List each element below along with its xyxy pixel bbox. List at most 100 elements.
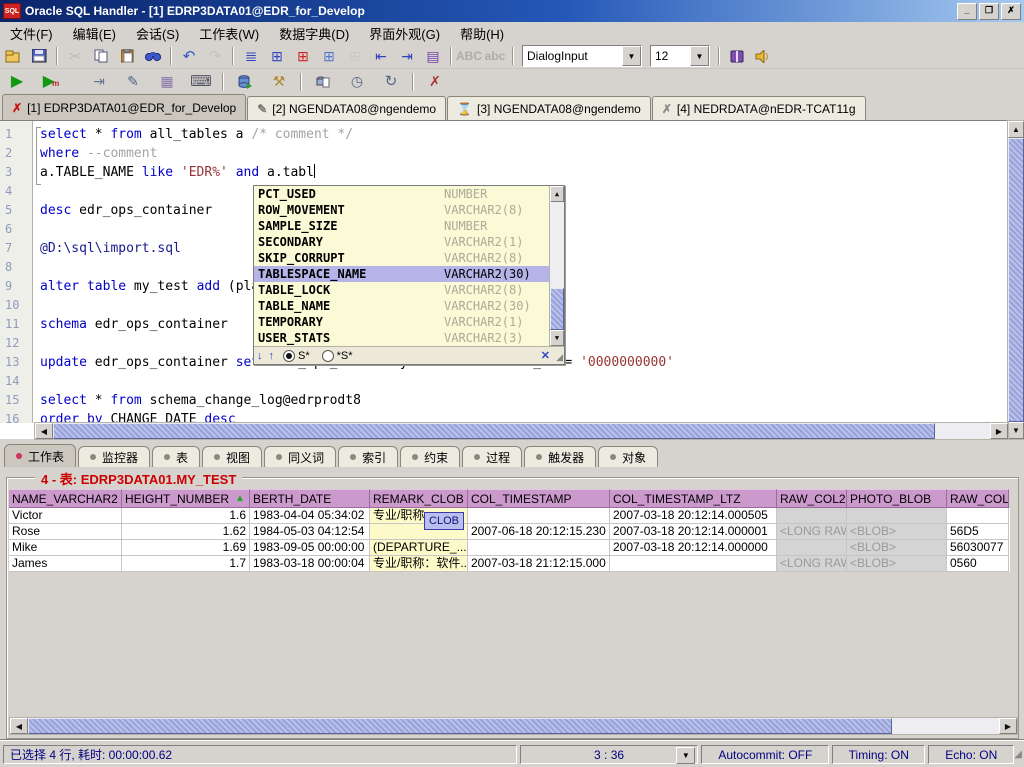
autocomplete-item[interactable]: SAMPLE_SIZENUMBER (254, 218, 550, 234)
table-cell[interactable]: <BLOB> (847, 540, 947, 556)
delete-col-button[interactable]: ⊞ (343, 46, 367, 66)
insert-col-button[interactable]: ⊞ (317, 46, 341, 66)
caret-position-combo[interactable]: 3 : 36 ▼ (520, 745, 699, 764)
menu-item[interactable]: 编辑(E) (63, 22, 126, 45)
font-combo[interactable]: DialogInput▼ (522, 45, 642, 67)
open-button[interactable] (1, 46, 25, 66)
autocomplete-scroll-thumb[interactable] (550, 288, 564, 330)
table-cell[interactable]: 56030077 (947, 540, 1009, 556)
close-gray-icon[interactable]: ✗ (662, 102, 672, 116)
close-popup-icon[interactable]: ✕ (541, 349, 550, 362)
minimize-button[interactable]: _ (957, 3, 977, 20)
menu-item[interactable]: 帮助(H) (450, 22, 514, 45)
font-size-combo[interactable]: 12▼ (650, 45, 710, 67)
table-cell[interactable]: <LONG RAW> (777, 524, 847, 540)
autocomplete-item[interactable]: TEMPORARYVARCHAR2(1) (254, 314, 550, 330)
send-to-worksheet-button[interactable]: ⇥ (87, 72, 111, 92)
table-cell[interactable]: 1.6 (122, 508, 250, 524)
table-cell[interactable]: 1983-09-05 00:00:00 (250, 540, 370, 556)
speaker-button[interactable] (751, 46, 775, 66)
table-cell[interactable]: 1984-05-03 04:12:54 (250, 524, 370, 540)
database-connect-button[interactable] (233, 72, 257, 92)
code-line[interactable]: a.TABLE_NAME like 'EDR%' and a.tabl (40, 163, 1000, 182)
edit-icon[interactable]: ✎ (257, 102, 267, 116)
table-cell[interactable]: <BLOB> (847, 556, 947, 572)
editor-vscroll-thumb[interactable] (1008, 138, 1024, 422)
column-header[interactable]: PHOTO_BLOB (847, 489, 947, 508)
autocomplete-item[interactable]: TABLE_NAMEVARCHAR2(30) (254, 298, 550, 314)
table-cell[interactable]: <LONG RAW> (777, 556, 847, 572)
indent-right-button[interactable]: ⇥ (395, 46, 419, 66)
column-header[interactable]: COL_TIMESTAMP_LTZ (610, 489, 777, 508)
table-cell[interactable]: <BLOB> (847, 524, 947, 540)
tools-button[interactable]: ⚒ (267, 72, 291, 92)
maximize-button[interactable]: ❐ (979, 3, 999, 20)
delete-row-button[interactable]: ⊞ (291, 46, 315, 66)
table-cell[interactable]: Rose (9, 524, 122, 540)
table-cell[interactable]: Victor (9, 508, 122, 524)
popup-resize-grip[interactable]: ◢ (556, 352, 563, 363)
close-red-icon[interactable]: ✗ (12, 101, 22, 115)
close-worksheet-button[interactable]: ✗ (423, 72, 447, 92)
export-grid-button[interactable]: ▦ (155, 72, 179, 92)
scroll-up-icon[interactable]: ▲ (550, 186, 564, 202)
scroll-right-icon[interactable]: ▶ (999, 718, 1017, 734)
run-script-button[interactable]: ▶m (39, 72, 63, 92)
session-tab[interactable]: ✎[2] NGENDATA08@ngendemo (247, 96, 446, 120)
autocommit-status[interactable]: Autocommit: OFF (701, 745, 829, 764)
table-cell[interactable]: 56D5 (947, 524, 1009, 540)
console-window-button[interactable]: ⌨ (189, 72, 213, 92)
edit-script-button[interactable]: ✎ (121, 72, 145, 92)
session-tab[interactable]: ✗[1] EDRP3DATA01@EDR_for_Develop (2, 94, 246, 120)
table-row[interactable]: Victor1.61983-04-04 05:34:02专业/职称2007-03… (9, 508, 1010, 524)
echo-status[interactable]: Echo: ON (928, 745, 1014, 764)
scroll-down-icon[interactable]: ▼ (550, 330, 564, 346)
chevron-down-icon[interactable]: ▼ (676, 747, 695, 764)
uppercase-button[interactable]: ABC (457, 46, 481, 66)
table-cell[interactable]: 2007-06-18 20:12:15.230 (468, 524, 610, 540)
column-header[interactable]: RAW_COL (947, 489, 1009, 508)
result-tab[interactable]: 索引 (338, 446, 398, 467)
table-cell[interactable] (468, 540, 610, 556)
redo-button[interactable]: ↷ (203, 46, 227, 66)
table-cell[interactable] (947, 508, 1009, 524)
result-tab[interactable]: 对象 (598, 446, 658, 467)
indent-left-button[interactable]: ⇤ (369, 46, 393, 66)
code-line[interactable]: select * from schema_change_log@edrprodt… (40, 391, 1000, 410)
menu-item[interactable]: 工作表(W) (189, 22, 269, 45)
timing-status[interactable]: Timing: ON (832, 745, 925, 764)
table-cell[interactable] (847, 508, 947, 524)
table-row[interactable]: Rose1.621984-05-03 04:12:54 2007-06-18 20… (9, 524, 1010, 540)
list-button[interactable]: ▤ (421, 46, 445, 66)
align-lines-button[interactable]: ≣ (239, 46, 263, 66)
result-tab[interactable]: 视图 (202, 446, 262, 467)
move-up-icon[interactable]: ↑ (269, 350, 275, 362)
table-row[interactable]: Mike1.691983-09-05 00:00:00(DEPARTURE_..… (9, 540, 1010, 556)
table-cell[interactable]: 2007-03-18 20:12:14.000505 (610, 508, 777, 524)
editor-hscroll-thumb[interactable] (53, 423, 935, 439)
table-cell[interactable]: 2007-03-18 20:12:14.000000 (610, 540, 777, 556)
table-cell[interactable]: 1983-03-18 00:00:04 (250, 556, 370, 572)
table-cell[interactable]: Mike (9, 540, 122, 556)
autocomplete-item[interactable]: SKIP_CORRUPTVARCHAR2(8) (254, 250, 550, 266)
move-down-icon[interactable]: ↓ (257, 350, 263, 362)
table-cell[interactable] (468, 508, 610, 524)
chevron-down-icon[interactable]: ▼ (622, 46, 641, 66)
result-tab[interactable]: 约束 (400, 446, 460, 467)
undo-button[interactable]: ↶ (177, 46, 201, 66)
editor-horizontal-scrollbar[interactable]: ◀ ▶ (34, 422, 1009, 440)
scroll-down-icon[interactable]: ▼ (1008, 422, 1024, 439)
match-prefix-radio[interactable]: S* (283, 350, 310, 362)
lowercase-button[interactable]: abc (483, 46, 507, 66)
result-tab[interactable]: 监控器 (78, 446, 150, 467)
column-header[interactable]: REMARK_CLOB (370, 489, 468, 508)
table-cell[interactable]: 1.62 (122, 524, 250, 540)
insert-row-button[interactable]: ⊞ (265, 46, 289, 66)
refresh-grid-button[interactable]: ↻ (379, 72, 403, 92)
column-header[interactable]: HEIGHT_NUMBER▲ (122, 489, 250, 508)
menu-item[interactable]: 文件(F) (0, 22, 63, 45)
table-cell[interactable] (610, 556, 777, 572)
menu-item[interactable]: 会话(S) (126, 22, 189, 45)
menu-item[interactable]: 数据字典(D) (269, 22, 359, 45)
cut-button[interactable]: ✂ (63, 46, 87, 66)
